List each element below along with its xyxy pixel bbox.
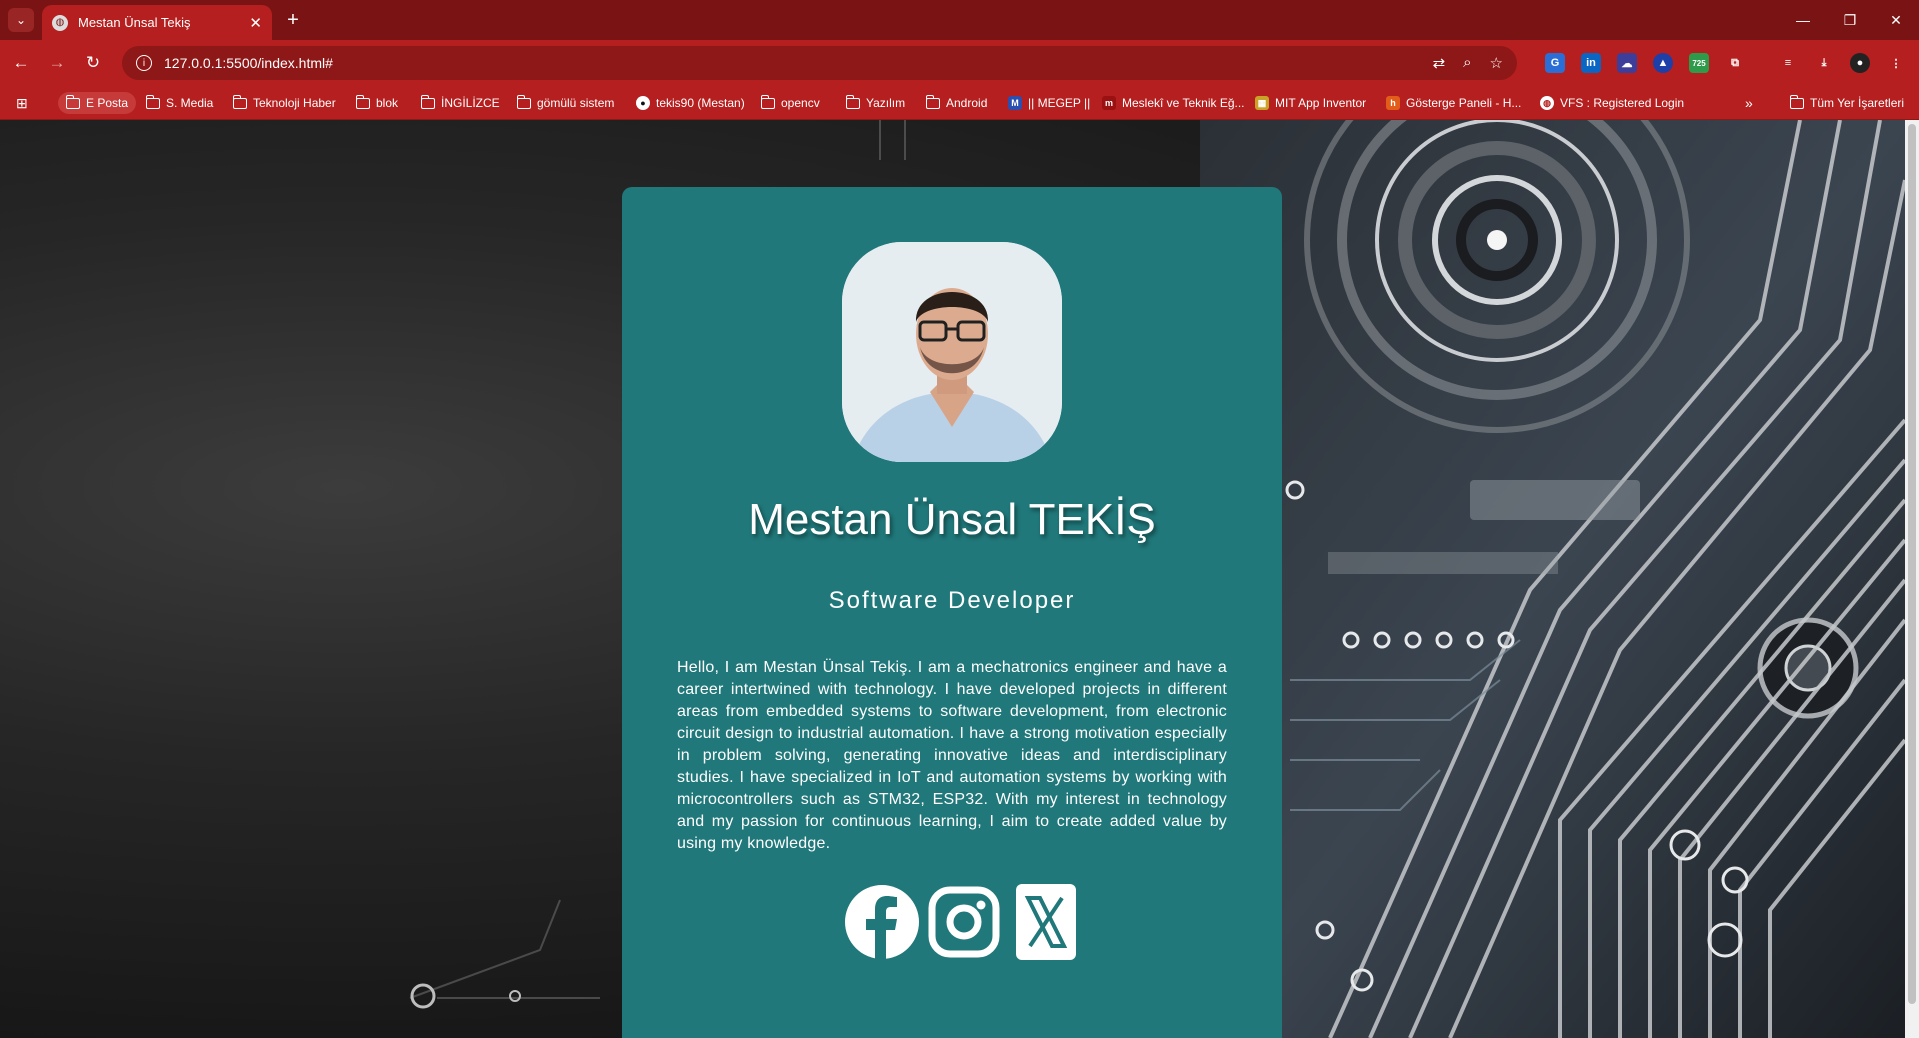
close-tab-icon[interactable]: ✕ [249, 14, 262, 32]
bookmark-label: Yazılım [866, 96, 906, 110]
bookmark-label: MIT App Inventor [1275, 96, 1367, 110]
globe-icon: ◍ [52, 14, 68, 31]
menu-icon[interactable]: ⋮ [1886, 53, 1906, 73]
bookmark-label: Gösterge Paneli - H... [1406, 96, 1522, 110]
all-bookmarks-button[interactable]: Tüm Yer İşaretleri [1789, 92, 1905, 114]
site-info-icon[interactable]: i [136, 55, 152, 71]
bookmark-label: İNGİLİZCE [441, 96, 500, 110]
bookmark-item[interactable]: Android [925, 92, 988, 114]
social-links [844, 884, 1084, 960]
extension-translate-icon[interactable]: G [1545, 53, 1565, 73]
more-bookmarks-icon[interactable]: » [1745, 92, 1753, 114]
bookmark-item[interactable]: h Gösterge Paneli - H... [1386, 92, 1521, 114]
bookmark-label: || MEGEP || [1028, 96, 1091, 110]
apps-grid-icon[interactable]: ⊞ [16, 92, 28, 114]
back-button[interactable]: ← [8, 51, 34, 75]
toolbar: ← → ↻ i 127.0.0.1:5500/index.html# ⇄ ⌕ ☆… [0, 40, 1919, 86]
folder-icon [145, 94, 160, 109]
mit-icon: ▦ [1255, 96, 1269, 110]
bookmark-label: opencv [781, 96, 820, 110]
bookmark-item[interactable]: ▦ MIT App Inventor [1255, 92, 1366, 114]
bookmark-item[interactable]: S. Media [145, 92, 214, 114]
facebook-icon [845, 885, 919, 960]
folder-icon [420, 94, 435, 109]
bookmark-item[interactable]: Teknoloji Haber [232, 92, 336, 114]
bookmark-star-icon[interactable]: ☆ [1490, 54, 1503, 72]
bookmark-item[interactable]: ● tekis90 (Mestan) [636, 92, 745, 114]
tab-search-button[interactable]: ⌄ [8, 8, 34, 32]
profile-bio: Hello, I am Mestan Ünsal Tekiş. I am a m… [677, 659, 1227, 852]
close-window-button[interactable]: ✕ [1876, 8, 1916, 32]
page-viewport: Mestan Ünsal TEKİŞ Software Developer He… [0, 120, 1905, 1038]
bookmark-item[interactable]: m Meslekî ve Teknik Eğ... [1102, 92, 1245, 114]
instagram-link[interactable] [926, 884, 1002, 960]
bookmark-label: S. Media [166, 96, 214, 110]
new-tab-button[interactable]: + [280, 8, 306, 32]
dashboard-icon: h [1386, 96, 1400, 110]
instagram-icon [928, 886, 1000, 958]
chevron-down-icon: ⌄ [15, 13, 27, 27]
folder-icon [232, 94, 247, 109]
linkedin-icon[interactable]: in [1581, 53, 1601, 73]
bookmark-label: blok [376, 96, 399, 110]
bookmark-label: Meslekî ve Teknik Eğ... [1122, 96, 1245, 110]
folder-icon [1789, 94, 1804, 109]
address-bar[interactable]: i 127.0.0.1:5500/index.html# ⇄ ⌕ ☆ [122, 46, 1517, 80]
bookmark-item[interactable]: Yazılım [845, 92, 906, 114]
extension-icon[interactable]: ☁ [1617, 53, 1637, 73]
extension-shield-icon[interactable]: ▲ [1653, 53, 1673, 73]
x-icon [1016, 884, 1076, 960]
profile-portrait [842, 242, 1062, 462]
bookmark-item[interactable]: ◍ VFS : Registered Login [1540, 92, 1684, 114]
restore-button[interactable]: ❐ [1830, 8, 1870, 32]
bookmark-label: Android [946, 96, 988, 110]
x-link[interactable] [1008, 884, 1084, 960]
bookmarks-bar: ⊞ E Posta S. Media Teknoloji Haber blok … [0, 86, 1919, 120]
profile-photo [842, 242, 1062, 462]
bookmark-item[interactable]: E Posta [58, 92, 137, 114]
extensions-puzzle-icon[interactable]: ⧉ [1725, 53, 1745, 73]
globe-icon: ◍ [1540, 96, 1554, 110]
profile-name: Mestan Ünsal TEKİŞ [748, 495, 1156, 544]
scrollbar-thumb[interactable] [1908, 124, 1916, 1004]
bookmark-item[interactable]: İNGİLİZCE [420, 92, 500, 114]
bookmark-item[interactable]: gömülü sistem [516, 92, 615, 114]
tab-active[interactable]: ◍ Mestan Ünsal Tekiş ✕ [42, 5, 272, 40]
all-bookmarks-label: Tüm Yer İşaretleri [1810, 96, 1905, 110]
download-icon[interactable]: ⤓ [1814, 53, 1834, 73]
facebook-link[interactable] [844, 884, 920, 960]
folder-icon [925, 94, 940, 109]
bookmark-label: gömülü sistem [537, 96, 615, 110]
bookmark-label: Teknoloji Haber [253, 96, 336, 110]
github-icon: ● [636, 96, 650, 110]
tab-strip: ⌄ ◍ Mestan Ünsal Tekiş ✕ + — ❐ ✕ [0, 0, 1919, 40]
folder-icon [845, 94, 860, 109]
minimize-button[interactable]: — [1783, 8, 1823, 32]
bookmark-item[interactable]: M || MEGEP || [1008, 92, 1090, 114]
folder-icon [355, 94, 370, 109]
folder-icon [65, 94, 80, 109]
url-text: 127.0.0.1:5500/index.html# [164, 55, 333, 71]
bookmark-item[interactable]: blok [355, 92, 399, 114]
page-scrollbar[interactable] [1905, 120, 1919, 1038]
profile-avatar[interactable]: ● [1850, 53, 1870, 73]
megep-icon: M [1008, 96, 1022, 110]
bookmark-label: E Posta [86, 96, 129, 110]
bookmark-label: VFS : Registered Login [1560, 96, 1685, 110]
zoom-icon[interactable]: ⌕ [1463, 54, 1471, 72]
meb-icon: m [1102, 96, 1116, 110]
extension-calendar-icon[interactable]: 725 [1689, 53, 1709, 73]
media-control-icon[interactable]: ≡ [1778, 53, 1798, 73]
folder-icon [760, 94, 775, 109]
bookmark-item[interactable]: opencv [760, 92, 820, 114]
folder-icon [516, 94, 531, 109]
reload-button[interactable]: ↻ [80, 51, 106, 75]
forward-button[interactable]: → [44, 51, 70, 75]
bookmark-label: tekis90 (Mestan) [656, 96, 745, 110]
translate-icon[interactable]: ⇄ [1433, 54, 1446, 72]
profile-role: Software Developer [828, 587, 1076, 614]
profile-card: Mestan Ünsal TEKİŞ Software Developer He… [622, 187, 1282, 1038]
tab-title: Mestan Ünsal Tekiş [78, 15, 191, 30]
extension-badge: 725 [1692, 58, 1706, 68]
